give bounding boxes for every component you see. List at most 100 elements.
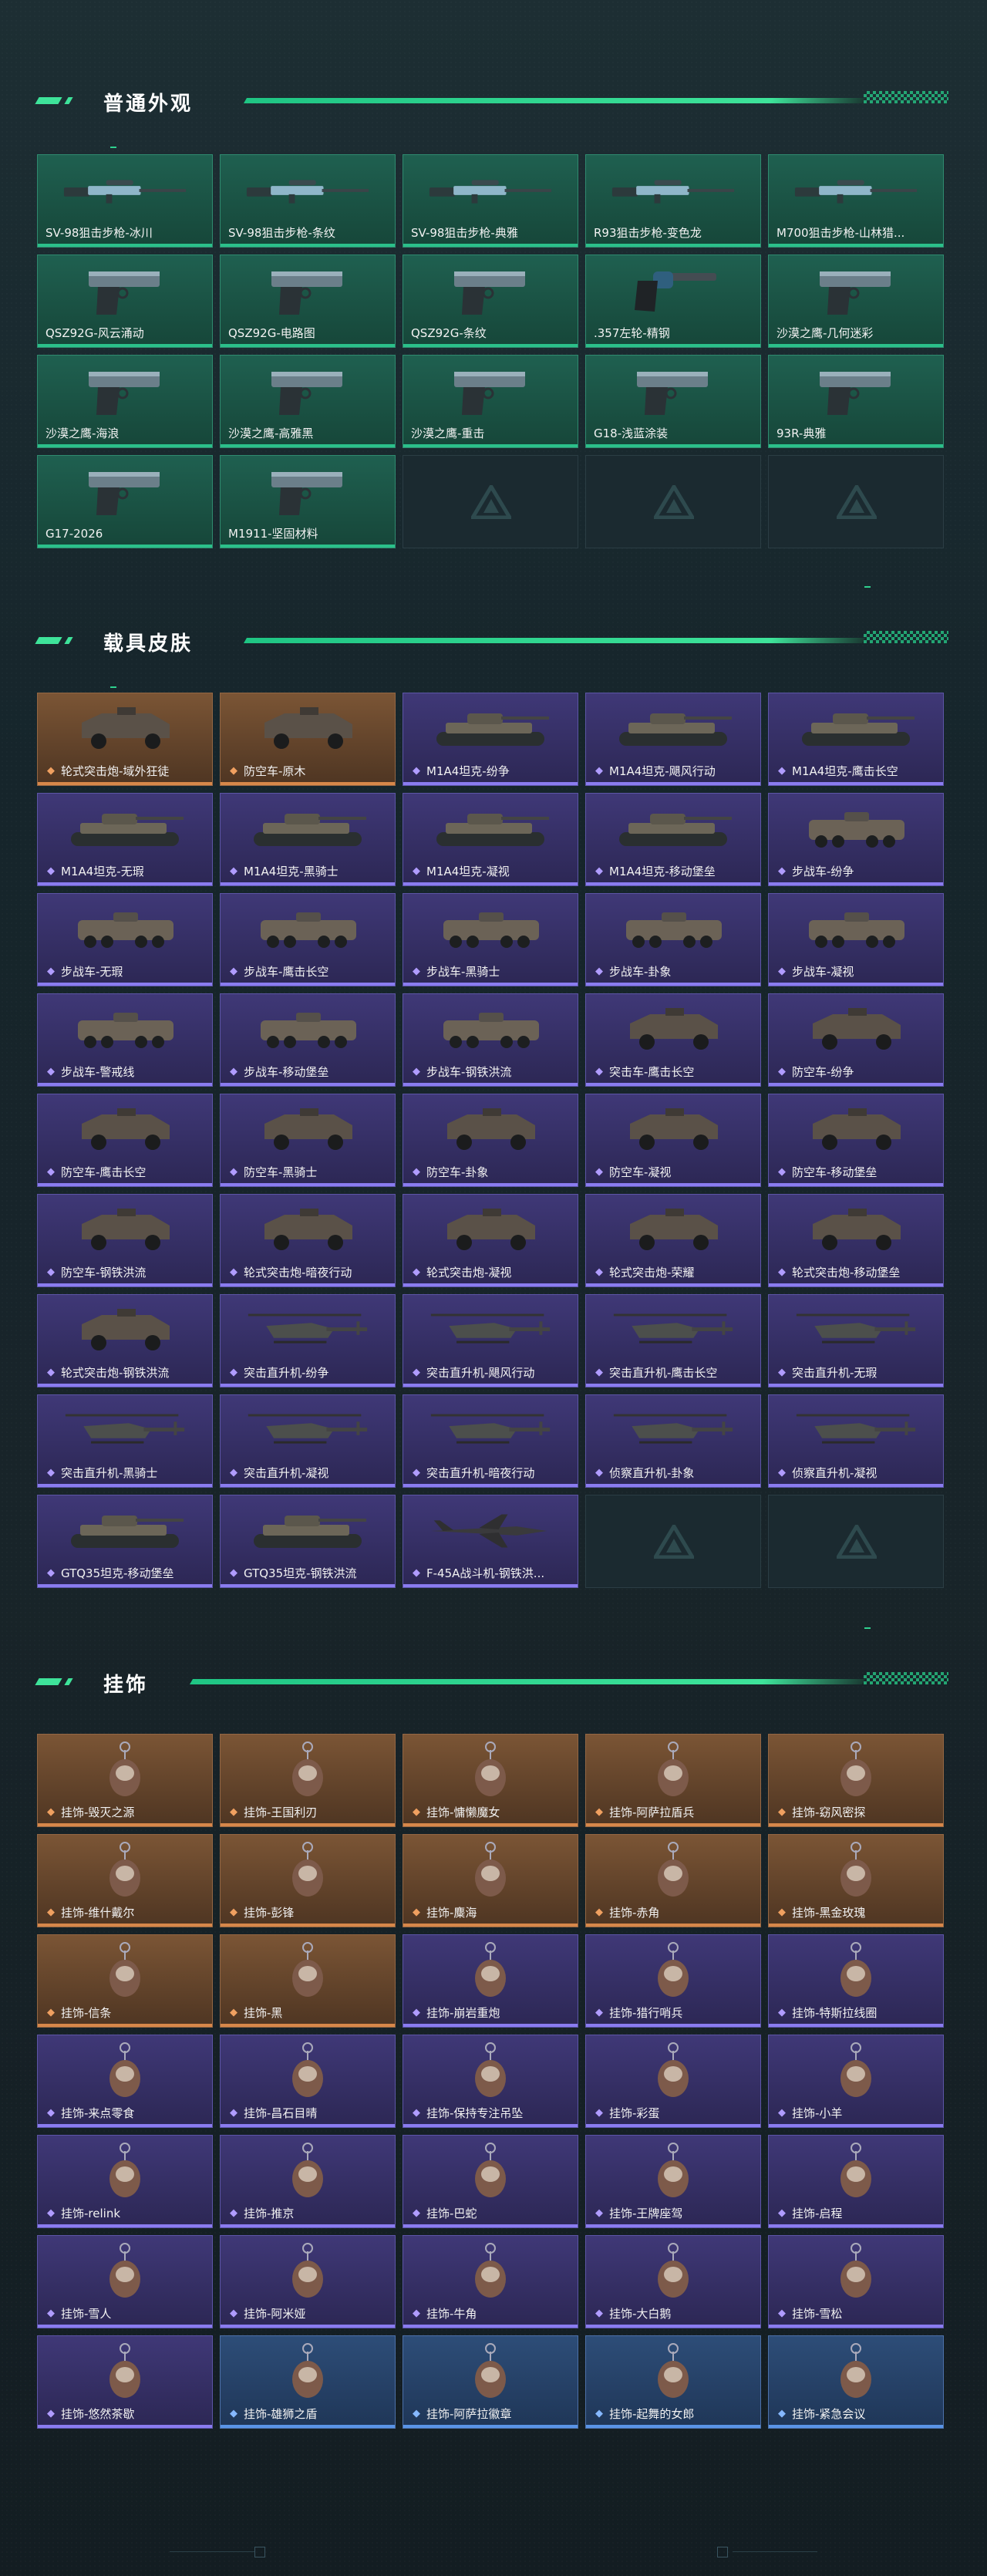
item-card[interactable]: ◆ M1A4坦克-凝视 bbox=[403, 793, 578, 886]
item-card[interactable]: ◆ M1A4坦克-纷争 bbox=[403, 693, 578, 786]
item-card[interactable]: ◆ 挂饰-来点零食 bbox=[37, 2035, 213, 2128]
item-card[interactable]: ◆ 挂饰-阿萨拉盾兵 bbox=[585, 1734, 761, 1827]
item-card[interactable]: SV-98狙击步枪-冰川 bbox=[37, 154, 213, 248]
item-card[interactable]: ◆ 挂饰-起舞的女郎 bbox=[585, 2335, 761, 2429]
item-card[interactable]: ◆ 突击车-鹰击长空 bbox=[585, 993, 761, 1087]
rarity-diamond-icon: ◆ bbox=[595, 1467, 603, 1479]
item-card[interactable]: ◆ M1A4坦克-鹰击长空 bbox=[768, 693, 944, 786]
item-card[interactable]: G17-2026 bbox=[37, 455, 213, 548]
item-card[interactable]: QSZ92G-电路图 bbox=[220, 255, 396, 348]
item-card[interactable]: ◆ 防空车-移动堡垒 bbox=[768, 1094, 944, 1187]
item-card[interactable]: ◆ 挂饰-启程 bbox=[768, 2135, 944, 2228]
item-card[interactable]: ◆ 步战车-纷争 bbox=[768, 793, 944, 886]
item-card[interactable]: ◆ M1A4坦克-飓风行动 bbox=[585, 693, 761, 786]
item-card[interactable]: ◆ 挂饰-推京 bbox=[220, 2135, 396, 2228]
item-card[interactable]: ◆ 挂饰-昌石目晴 bbox=[220, 2035, 396, 2128]
rarity-bar bbox=[769, 1484, 943, 1487]
item-card[interactable]: ◆ 挂饰-小羊 bbox=[768, 2035, 944, 2128]
item-card[interactable]: SV-98狙击步枪-典雅 bbox=[403, 154, 578, 248]
item-card[interactable]: ◆ 挂饰-保持专注吊坠 bbox=[403, 2035, 578, 2128]
item-card[interactable]: ◆ 步战车-凝视 bbox=[768, 893, 944, 986]
item-card[interactable]: ◆ 挂饰-紧急会议 bbox=[768, 2335, 944, 2429]
item-card[interactable]: ◆ 步战车-移动堡垒 bbox=[220, 993, 396, 1087]
item-card[interactable]: R93狙击步枪-变色龙 bbox=[585, 154, 761, 248]
item-card[interactable]: ◆ 突击直升机-纷争 bbox=[220, 1294, 396, 1387]
item-card[interactable]: ◆ 挂饰-雪松 bbox=[768, 2235, 944, 2328]
item-card[interactable]: ◆ 侦察直升机-凝视 bbox=[768, 1394, 944, 1488]
item-card[interactable]: QSZ92G-风云涌动 bbox=[37, 255, 213, 348]
item-card[interactable]: ◆ 挂饰-慵懒魔女 bbox=[403, 1734, 578, 1827]
item-card[interactable]: ◆ 步战车-卦象 bbox=[585, 893, 761, 986]
item-card[interactable]: ◆ 挂饰-巴蛇 bbox=[403, 2135, 578, 2228]
item-card[interactable]: ◆ 防空车-钢铁洪流 bbox=[37, 1194, 213, 1287]
item-card[interactable]: .357左轮-精钢 bbox=[585, 255, 761, 348]
item-card[interactable]: ◆ 步战车-警戒线 bbox=[37, 993, 213, 1087]
item-card[interactable]: ◆ 防空车-原木 bbox=[220, 693, 396, 786]
item-card[interactable]: ◆ 防空车-黑骑士 bbox=[220, 1094, 396, 1187]
item-card[interactable]: ◆ 突击直升机-鹰击长空 bbox=[585, 1294, 761, 1387]
item-card[interactable]: ◆ 轮式突击炮-移动堡垒 bbox=[768, 1194, 944, 1287]
item-card[interactable]: ◆ 轮式突击炮-钢铁洪流 bbox=[37, 1294, 213, 1387]
item-card[interactable]: ◆ 步战车-钢铁洪流 bbox=[403, 993, 578, 1087]
item-card[interactable]: 沙漠之鹰-海浪 bbox=[37, 355, 213, 448]
item-card[interactable]: ◆ 挂饰-维什戴尔 bbox=[37, 1834, 213, 1927]
item-card[interactable]: ◆ 挂饰-阿萨拉徽章 bbox=[403, 2335, 578, 2429]
item-card[interactable]: ◆ 侦察直升机-卦象 bbox=[585, 1394, 761, 1488]
item-card[interactable]: G18-浅蓝涂装 bbox=[585, 355, 761, 448]
item-card[interactable]: ◆ 挂饰-relink bbox=[37, 2135, 213, 2228]
item-card[interactable]: 沙漠之鹰-高雅黑 bbox=[220, 355, 396, 448]
item-card[interactable]: ◆ 突击直升机-凝视 bbox=[220, 1394, 396, 1488]
item-card[interactable]: ◆ 挂饰-彭锋 bbox=[220, 1834, 396, 1927]
item-card[interactable]: ◆ 挂饰-雄狮之盾 bbox=[220, 2335, 396, 2429]
item-card[interactable]: ◆ 防空车-鹰击长空 bbox=[37, 1094, 213, 1187]
item-card[interactable]: ◆ 挂饰-特斯拉线圈 bbox=[768, 1934, 944, 2028]
item-card[interactable]: M1911-坚固材料 bbox=[220, 455, 396, 548]
item-card[interactable]: ◆ M1A4坦克-无瑕 bbox=[37, 793, 213, 886]
item-card[interactable]: ◆ 防空车-卦象 bbox=[403, 1094, 578, 1187]
charm-icon bbox=[792, 2143, 920, 2197]
item-card[interactable]: ◆ 挂饰-王国利刃 bbox=[220, 1734, 396, 1827]
item-card[interactable]: ◆ 轮式突击炮-凝视 bbox=[403, 1194, 578, 1287]
item-card[interactable]: ◆ F-45A战斗机-钢铁洪... bbox=[403, 1495, 578, 1588]
item-card[interactable]: ◆ 挂饰-牛角 bbox=[403, 2235, 578, 2328]
item-card[interactable]: ◆ 轮式突击炮-暗夜行动 bbox=[220, 1194, 396, 1287]
item-card[interactable]: ◆ 步战车-无瑕 bbox=[37, 893, 213, 986]
rarity-bar bbox=[403, 1384, 578, 1387]
item-card[interactable]: ◆ 轮式突击炮-域外狂徒 bbox=[37, 693, 213, 786]
item-card[interactable]: ◆ 突击直升机-飓风行动 bbox=[403, 1294, 578, 1387]
item-card[interactable]: ◆ 挂饰-黑 bbox=[220, 1934, 396, 2028]
item-card[interactable]: ◆ GTQ35坦克-移动堡垒 bbox=[37, 1495, 213, 1588]
item-card[interactable]: ◆ 挂饰-悠然茶歇 bbox=[37, 2335, 213, 2429]
item-card[interactable]: ◆ GTQ35坦克-钢铁洪流 bbox=[220, 1495, 396, 1588]
item-card[interactable]: ◆ 挂饰-信条 bbox=[37, 1934, 213, 2028]
item-card[interactable]: QSZ92G-条纹 bbox=[403, 255, 578, 348]
item-card[interactable]: ◆ 挂饰-黑金玫瑰 bbox=[768, 1834, 944, 1927]
item-card[interactable]: ◆ 防空车-纷争 bbox=[768, 993, 944, 1087]
item-card[interactable]: ◆ 挂饰-猎行哨兵 bbox=[585, 1934, 761, 2028]
item-card[interactable]: ◆ 步战车-黑骑士 bbox=[403, 893, 578, 986]
item-card[interactable]: ◆ 挂饰-窈风密探 bbox=[768, 1734, 944, 1827]
item-card[interactable]: SV-98狙击步枪-条纹 bbox=[220, 154, 396, 248]
item-card[interactable]: ◆ 挂饰-赤角 bbox=[585, 1834, 761, 1927]
item-card[interactable]: M700狙击步枪-山林猎... bbox=[768, 154, 944, 248]
item-card[interactable]: ◆ 步战车-鹰击长空 bbox=[220, 893, 396, 986]
item-card[interactable]: ◆ 突击直升机-无瑕 bbox=[768, 1294, 944, 1387]
item-card[interactable]: ◆ 突击直升机-暗夜行动 bbox=[403, 1394, 578, 1488]
item-card[interactable]: ◆ 突击直升机-黑骑士 bbox=[37, 1394, 213, 1488]
item-card[interactable]: ◆ 防空车-凝视 bbox=[585, 1094, 761, 1187]
item-card[interactable]: 93R-典雅 bbox=[768, 355, 944, 448]
item-card[interactable]: ◆ 挂饰-麋海 bbox=[403, 1834, 578, 1927]
item-card[interactable]: ◆ 挂饰-彩蛋 bbox=[585, 2035, 761, 2128]
item-card[interactable]: ◆ 挂饰-阿米娅 bbox=[220, 2235, 396, 2328]
item-card[interactable]: ◆ M1A4坦克-黑骑士 bbox=[220, 793, 396, 886]
item-card[interactable]: ◆ 挂饰-雪人 bbox=[37, 2235, 213, 2328]
item-card[interactable]: ◆ M1A4坦克-移动堡垒 bbox=[585, 793, 761, 886]
item-card[interactable]: ◆ 轮式突击炮-荣耀 bbox=[585, 1194, 761, 1287]
item-card[interactable]: ◆ 挂饰-崩岩重炮 bbox=[403, 1934, 578, 2028]
item-card[interactable]: ◆ 挂饰-王牌座驾 bbox=[585, 2135, 761, 2228]
item-card[interactable]: ◆ 挂饰-大白鹅 bbox=[585, 2235, 761, 2328]
item-card[interactable]: 沙漠之鹰-几何迷彩 bbox=[768, 255, 944, 348]
item-card[interactable]: 沙漠之鹰-重击 bbox=[403, 355, 578, 448]
item-card[interactable]: ◆ 挂饰-毁灭之源 bbox=[37, 1734, 213, 1827]
charm-icon bbox=[244, 2042, 372, 2097]
